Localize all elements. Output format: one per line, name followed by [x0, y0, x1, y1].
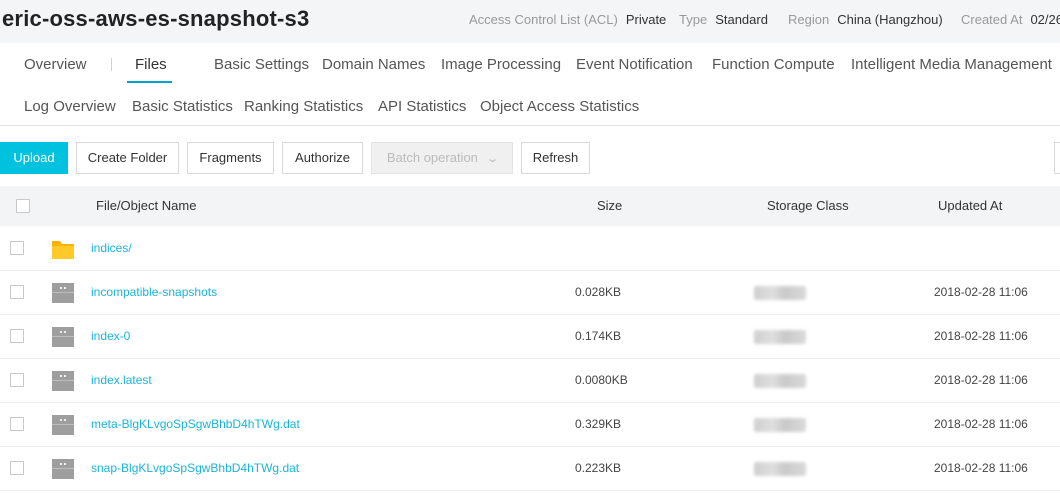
active-tab-indicator [127, 81, 172, 83]
acl-meta: Access Control List (ACL) Private [469, 12, 666, 27]
row-checkbox[interactable] [10, 417, 24, 431]
tab-function-compute[interactable]: Function Compute [712, 56, 835, 73]
tab-domain-names[interactable]: Domain Names [322, 56, 425, 73]
tab-image-processing[interactable]: Image Processing [441, 56, 561, 73]
file-size: 0.223KB [575, 461, 622, 475]
table-row[interactable]: snap-BlgKLvgoSpSgwBhbD4hTWg.dat 0.223KB … [0, 447, 1060, 491]
row-checkbox[interactable] [10, 461, 24, 475]
column-header-name: File/Object Name [96, 198, 197, 213]
tab-basic-settings[interactable]: Basic Settings [214, 56, 309, 73]
primary-tabs: Overview Files Basic Settings Domain Nam… [0, 43, 1060, 85]
bucket-name: eric-oss-aws-es-snapshot-s3 [2, 6, 310, 31]
select-all-checkbox[interactable] [16, 199, 30, 213]
region-meta: Region China (Hangzhou) [788, 12, 943, 27]
region-value: China (Hangzhou) [837, 12, 943, 27]
file-icon [52, 459, 74, 479]
tab-overview[interactable]: Overview [24, 56, 87, 73]
file-size: 0.0080KB [575, 373, 628, 387]
batch-operation-label: Batch operation [386, 150, 478, 165]
storage-class-redacted [754, 374, 806, 388]
type-meta: Type Standard [679, 12, 768, 27]
file-icon [52, 415, 74, 435]
secondary-tabs: Log Overview Basic Statistics Ranking St… [0, 85, 1060, 126]
created-value: 02/26 [1030, 12, 1060, 27]
tab-divider [111, 58, 112, 71]
file-name[interactable]: index.latest [91, 373, 152, 387]
row-checkbox[interactable] [10, 373, 24, 387]
fragments-button[interactable]: Fragments [187, 142, 274, 174]
created-label: Created At [961, 12, 1023, 27]
row-checkbox[interactable] [10, 329, 24, 343]
file-updated: 2018-02-28 11:06 [934, 285, 1028, 299]
table-row[interactable]: indices/ [0, 227, 1060, 271]
table-row[interactable]: meta-BlgKLvgoSpSgwBhbD4hTWg.dat 0.329KB … [0, 403, 1060, 447]
type-label: Type [679, 12, 708, 27]
file-icon [52, 371, 74, 391]
file-icon [52, 327, 74, 347]
file-updated: 2018-02-28 11:06 [934, 329, 1028, 343]
type-value: Standard [715, 12, 768, 27]
table-row[interactable]: incompatible-snapshots 0.028KB 2018-02-2… [0, 271, 1060, 315]
column-header-updated-at: Updated At [938, 198, 1003, 213]
storage-class-redacted [754, 286, 806, 300]
tab-event-notification[interactable]: Event Notification [576, 56, 693, 73]
file-size: 0.028KB [575, 285, 622, 299]
table-row[interactable]: index-0 0.174KB 2018-02-28 11:06 [0, 315, 1060, 359]
tab-ranking-statistics[interactable]: Ranking Statistics [244, 98, 363, 115]
row-checkbox[interactable] [10, 285, 24, 299]
file-name[interactable]: snap-BlgKLvgoSpSgwBhbD4hTWg.dat [91, 461, 299, 475]
acl-value: Private [625, 12, 667, 27]
file-icon [52, 283, 74, 303]
create-folder-button[interactable]: Create Folder [76, 142, 179, 174]
file-updated: 2018-02-28 11:06 [934, 417, 1028, 431]
column-header-size: Size [597, 198, 623, 213]
tab-basic-statistics[interactable]: Basic Statistics [132, 98, 233, 115]
file-name[interactable]: indices/ [91, 241, 132, 255]
folder-icon [52, 241, 74, 259]
storage-class-redacted [754, 462, 806, 476]
storage-class-redacted [754, 330, 806, 344]
tab-api-statistics[interactable]: API Statistics [378, 98, 466, 115]
chevron-down-icon: ⌄ [486, 153, 499, 165]
table-row[interactable]: index.latest 0.0080KB 2018-02-28 11:06 [0, 359, 1060, 403]
acl-label: Access Control List (ACL) [469, 12, 618, 27]
file-updated: 2018-02-28 11:06 [934, 373, 1028, 387]
region-label: Region [788, 12, 830, 27]
file-updated: 2018-02-28 11:06 [934, 461, 1028, 475]
file-name[interactable]: index-0 [91, 329, 130, 343]
tab-files[interactable]: Files [135, 56, 167, 73]
tab-log-overview[interactable]: Log Overview [24, 98, 116, 115]
created-meta: Created At 02/26 [961, 12, 1060, 27]
refresh-button[interactable]: Refresh [521, 142, 590, 174]
file-name[interactable]: incompatible-snapshots [91, 285, 217, 299]
tab-object-access-statistics[interactable]: Object Access Statistics [480, 98, 639, 115]
bucket-header: eric-oss-aws-es-snapshot-s3 Access Contr… [0, 0, 1060, 43]
table-header: File/Object Name Size Storage Class Upda… [0, 186, 1060, 226]
storage-class-redacted [754, 418, 806, 432]
authorize-button[interactable]: Authorize [282, 142, 363, 174]
file-size: 0.329KB [575, 417, 622, 431]
row-checkbox[interactable] [10, 241, 24, 255]
upload-button[interactable]: Upload [0, 142, 68, 174]
batch-operation-dropdown[interactable]: Batch operation ⌄ [371, 142, 513, 174]
tab-intelligent-media-management[interactable]: Intelligent Media Management [851, 56, 1052, 73]
column-header-storage-class: Storage Class [767, 198, 849, 213]
search-box-edge[interactable] [1054, 142, 1060, 174]
file-name[interactable]: meta-BlgKLvgoSpSgwBhbD4hTWg.dat [91, 417, 300, 431]
file-size: 0.174KB [575, 329, 622, 343]
